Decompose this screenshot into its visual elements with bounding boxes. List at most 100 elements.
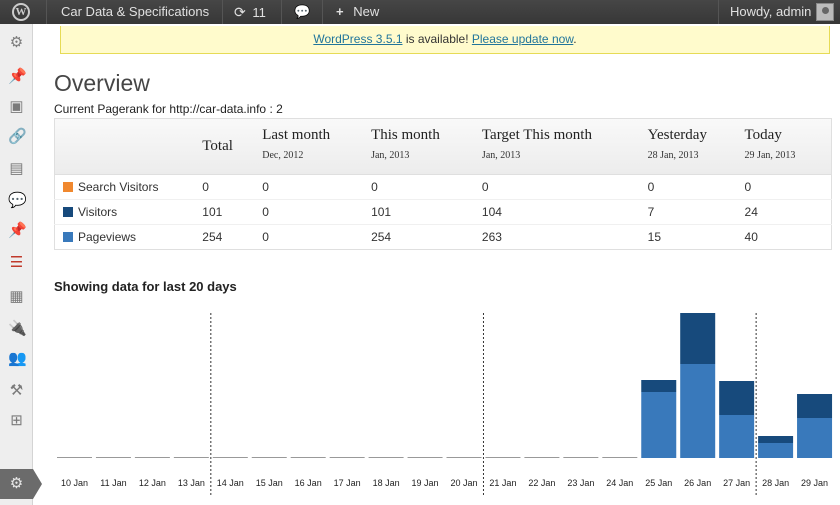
- row-label: Visitors: [54, 199, 203, 225]
- table-cell: 0: [371, 180, 378, 194]
- row-label: Search Visitors: [55, 175, 203, 200]
- active-gear-icon: ⚙: [9, 475, 24, 492]
- bar-segment-1-28 Jan: [758, 436, 794, 443]
- users-icon[interactable]: 👥: [8, 350, 27, 367]
- posts-pin-icon[interactable]: 📌: [8, 68, 27, 85]
- stats-table: Total Last month Dec, 2012 This month Jan,…: [54, 118, 832, 250]
- comments-link[interactable]: 💬: [294, 0, 310, 24]
- page-title: Overview: [54, 70, 150, 96]
- header-empty: [54, 118, 203, 175]
- admin-bar-separator: [281, 0, 282, 24]
- table-cell: 263: [481, 224, 648, 250]
- table-row: Pageviews 254 0 254 263 15 40: [54, 224, 832, 250]
- header-last-month: Last month Dec, 2012: [262, 118, 372, 175]
- color-swatch: [63, 207, 73, 217]
- header-total: Total: [202, 118, 263, 175]
- table-cell: 0: [647, 180, 655, 194]
- dashboard-gear-icon[interactable]: ⚙: [8, 34, 25, 51]
- wordpress-logo-icon[interactable]: W: [12, 3, 30, 21]
- x-tick-label: 25 Jan: [645, 478, 672, 488]
- table-cell: 101: [371, 199, 482, 225]
- my-account-link[interactable]: Howdy, admin: [730, 0, 811, 24]
- bar-empty-19 Jan: [407, 457, 443, 458]
- header-yesterday: Yesterday 28 Jan, 2013: [647, 118, 745, 175]
- x-tick-label: 15 Jan: [256, 478, 283, 488]
- plugins-plug-icon[interactable]: 🔌: [8, 320, 27, 337]
- visits-bar-chart: 10 Jan 11 Jan 12 Jan 13 Jan 14 Jan 15 Jan 16 J…: [57, 313, 833, 495]
- bar-segment-0-27 Jan: [719, 415, 755, 458]
- pin-icon[interactable]: 📌: [8, 222, 27, 239]
- bar-empty-16 Jan: [290, 457, 326, 458]
- notice-text: is available!: [402, 32, 472, 46]
- table-cell: 0: [202, 180, 209, 194]
- x-tick-label: 24 Jan: [606, 478, 633, 488]
- table-cell: 104: [481, 199, 648, 225]
- admin-bar-separator: [322, 0, 323, 24]
- x-tick-label: 10 Jan: [61, 478, 88, 488]
- table-cell: 0: [262, 199, 372, 225]
- chart-heading: Showing data for last 20 days: [54, 279, 237, 294]
- table-row: Search Visitors 0 0 0 0 0 0: [55, 175, 832, 200]
- new-label: New: [353, 4, 380, 19]
- comments-icon[interactable]: 💬: [8, 192, 27, 209]
- site-name-link[interactable]: Car Data & Specifications: [61, 0, 209, 24]
- x-tick-label: 14 Jan: [217, 478, 244, 488]
- settings-icon[interactable]: ⊞: [8, 412, 25, 429]
- table-cell: 0: [262, 224, 372, 250]
- x-tick-label: 28 Jan: [762, 478, 789, 488]
- media-icon[interactable]: ▣: [8, 98, 25, 115]
- notice-end: .: [573, 32, 577, 46]
- links-chain-icon[interactable]: 🔗: [8, 128, 27, 145]
- table-cell: 7: [647, 199, 745, 225]
- header-this-month: This month Jan, 2013: [371, 118, 482, 175]
- x-tick-label: 16 Jan: [295, 478, 322, 488]
- updates-count: 11: [252, 5, 266, 20]
- comment-bubble-icon: 💬: [294, 4, 311, 19]
- table-cell: 101: [202, 199, 263, 225]
- refresh-icon: ⟳: [234, 4, 246, 20]
- admin-bar: W Car Data & Specifications ⟳ 11 💬 + New…: [0, 0, 840, 24]
- bar-segment-1-26 Jan: [680, 313, 716, 364]
- table-cell: 15: [647, 224, 745, 250]
- table-cell: 0: [262, 180, 269, 194]
- bar-segment-0-26 Jan: [680, 364, 716, 458]
- plugin-list-icon[interactable]: ☰: [8, 254, 25, 271]
- table-cell: 40: [744, 224, 832, 250]
- bar-empty-23 Jan: [563, 457, 599, 458]
- pages-icon[interactable]: ▤: [8, 160, 25, 177]
- bar-empty-13 Jan: [173, 457, 209, 458]
- bar-segment-0-28 Jan: [758, 443, 794, 458]
- avatar[interactable]: [816, 3, 834, 21]
- bar-empty-10 Jan: [57, 457, 92, 458]
- table-cell: 0: [481, 180, 489, 194]
- bar-segment-1-29 Jan: [797, 394, 833, 418]
- pagerank-text: Current Pagerank for http://car-data.inf…: [54, 102, 283, 116]
- bar-segment-0-29 Jan: [797, 418, 833, 458]
- new-content-link[interactable]: + New: [336, 0, 379, 24]
- plus-icon: +: [336, 4, 344, 19]
- x-tick-label: 20 Jan: [450, 478, 477, 488]
- admin-bar-separator: [46, 0, 47, 24]
- color-swatch: [63, 182, 73, 192]
- row-label: Pageviews: [54, 224, 203, 250]
- bar-empty-20 Jan: [446, 457, 482, 458]
- active-menu-item[interactable]: ⚙: [0, 469, 42, 499]
- appearance-icon[interactable]: ▦: [8, 288, 25, 305]
- bar-empty-11 Jan: [95, 457, 131, 458]
- x-tick-label: 13 Jan: [178, 478, 205, 488]
- x-tick-label: 26 Jan: [684, 478, 711, 488]
- x-tick-label: 19 Jan: [412, 478, 439, 488]
- update-now-link[interactable]: Please update now: [472, 32, 573, 46]
- bar-empty-15 Jan: [251, 457, 287, 458]
- bar-empty-24 Jan: [602, 457, 638, 458]
- update-notice: WordPress 3.5.1 is available! Please upd…: [60, 26, 830, 54]
- x-tick-label: 22 Jan: [528, 478, 555, 488]
- wordpress-version-link[interactable]: WordPress 3.5.1: [313, 32, 402, 46]
- tools-icon[interactable]: ⚒: [8, 382, 25, 399]
- table-cell: 254: [202, 224, 263, 250]
- bar-segment-1-27 Jan: [719, 381, 755, 415]
- updates-link[interactable]: ⟳ 11: [234, 0, 266, 24]
- table-row: Visitors 101 0 101 104 7 24: [54, 199, 832, 225]
- bar-empty-22 Jan: [524, 457, 560, 458]
- color-swatch: [63, 232, 73, 242]
